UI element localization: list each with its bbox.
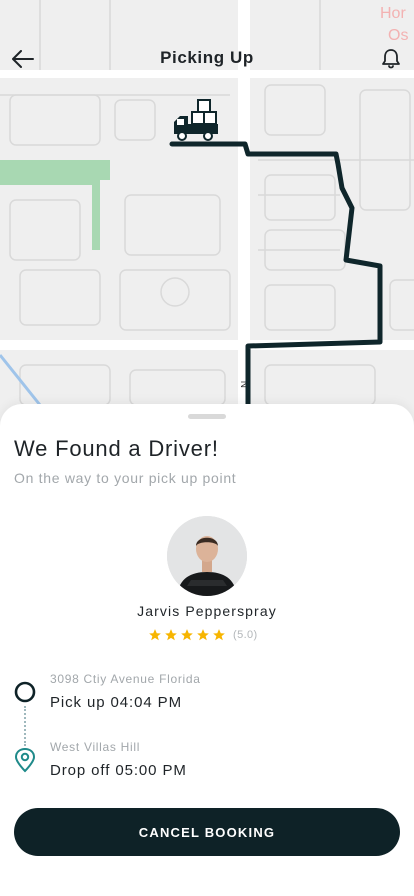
pickup-time: Pick up 04:04 PM <box>50 694 182 711</box>
notifications-button[interactable] <box>374 42 408 76</box>
sheet-subheading: On the way to your pick up point <box>14 470 237 486</box>
driver-photo <box>167 516 247 596</box>
star-icon <box>149 629 161 641</box>
dropoff-time: Drop off 05:00 PM <box>50 762 187 779</box>
driver-sheet: We Found a Driver! On the way to your pi… <box>0 404 414 896</box>
map-label: Hor <box>380 5 406 22</box>
sheet-heading: We Found a Driver! <box>14 436 219 461</box>
star-icon <box>181 629 193 641</box>
bell-icon <box>382 49 400 69</box>
star-icon <box>213 629 225 641</box>
circle-outline-icon <box>14 681 36 703</box>
sheet-handle[interactable] <box>188 414 226 419</box>
driver-name: Jarvis Pepperspray <box>137 603 277 619</box>
star-icon <box>165 629 177 641</box>
driver-avatar <box>167 516 247 596</box>
dropoff-address: West Villas Hill <box>50 740 141 754</box>
pickup-address: 3098 Ctiy Avenue Florida <box>50 672 201 686</box>
rating-value: (5.0) <box>233 629 258 641</box>
star-icon <box>197 629 209 641</box>
app-header: Picking Up <box>0 36 414 80</box>
driver-rating: (5.0) <box>148 627 258 643</box>
page-title: Picking Up <box>160 48 254 67</box>
cancel-booking-button[interactable]: CANCEL BOOKING <box>14 808 400 856</box>
location-pin-icon <box>14 747 36 773</box>
route-connector <box>24 706 26 746</box>
